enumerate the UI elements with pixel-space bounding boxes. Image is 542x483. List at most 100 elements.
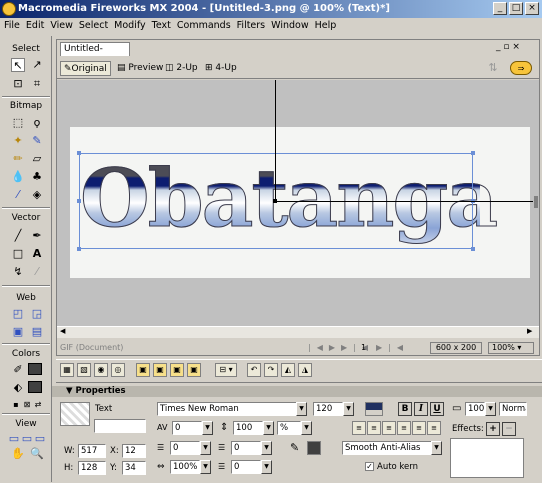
menu-edit[interactable]: Edit xyxy=(26,20,44,31)
slice-tool-icon[interactable]: ◲ xyxy=(30,307,44,321)
text-color-swatch[interactable] xyxy=(365,402,383,416)
stroke-color-property-swatch[interactable] xyxy=(307,441,321,455)
lasso-tool-icon[interactable]: ϙ xyxy=(30,116,44,130)
font-size-field[interactable]: 120 xyxy=(313,402,343,416)
brush-tool-icon[interactable]: ✎ xyxy=(30,134,44,148)
opacity-dropdown-icon[interactable]: ▼ xyxy=(485,402,496,416)
send-to-back-icon[interactable]: ▣ xyxy=(187,363,201,377)
add-effect-button[interactable]: + xyxy=(486,422,500,436)
font-size-dropdown-icon[interactable]: ▼ xyxy=(343,402,354,416)
full-screen-menu-icon[interactable]: ▭ xyxy=(20,432,34,446)
hotspot-tool-icon[interactable]: ◰ xyxy=(11,307,25,321)
full-screen-icon[interactable]: ▭ xyxy=(33,432,47,446)
rotate-cw-icon[interactable]: ↷ xyxy=(264,363,278,377)
menu-view[interactable]: View xyxy=(50,20,73,31)
justify-icon[interactable]: ≡ xyxy=(397,421,411,435)
selection-handle[interactable] xyxy=(471,247,475,251)
menu-help[interactable]: Help xyxy=(315,20,337,31)
menu-modify[interactable]: Modify xyxy=(114,20,145,31)
blur-tool-icon[interactable]: 💧 xyxy=(11,170,25,184)
eyedropper-tool-icon[interactable]: ⁄ xyxy=(11,188,25,202)
subselection-tool-icon[interactable]: ↗ xyxy=(30,58,44,72)
hide-slices-icon[interactable]: ▣ xyxy=(11,325,25,339)
font-family-dropdown-icon[interactable]: ▼ xyxy=(296,402,307,416)
leading-dropdown-icon[interactable]: ▼ xyxy=(263,421,274,435)
height-field[interactable]: 128 xyxy=(78,461,106,475)
align-left-icon[interactable]: ≡ xyxy=(352,421,366,435)
italic-button[interactable]: I xyxy=(414,402,428,416)
effects-list[interactable] xyxy=(450,438,524,478)
menu-commands[interactable]: Commands xyxy=(177,20,231,31)
selection-handle[interactable] xyxy=(77,247,81,251)
x-field[interactable]: 12 xyxy=(122,444,146,458)
text-tool-icon[interactable]: A xyxy=(30,247,44,261)
zoom-select[interactable]: 100% ▾ xyxy=(488,342,534,354)
space-after-field[interactable]: 0 xyxy=(231,460,261,474)
indent-dropdown-icon[interactable]: ▼ xyxy=(200,441,211,455)
vertical-text-icon[interactable]: ≡ xyxy=(427,421,441,435)
kerning-field[interactable]: 0 xyxy=(172,421,202,435)
flip-horizontal-icon[interactable]: ◭ xyxy=(281,363,295,377)
tab-preview[interactable]: ▤ Preview xyxy=(114,61,166,76)
standard-screen-icon[interactable]: ▭ xyxy=(7,432,21,446)
y-field[interactable]: 34 xyxy=(122,461,146,475)
magic-wand-tool-icon[interactable]: ✦ xyxy=(11,134,25,148)
align-dropdown-icon[interactable]: ⊟ ▾ xyxy=(215,363,237,377)
anti-alias-dropdown-icon[interactable]: ▼ xyxy=(431,441,442,455)
tab-original[interactable]: ✎Original xyxy=(60,61,111,76)
auto-kern-checkbox[interactable]: ✓ xyxy=(365,462,374,471)
tab-4-up[interactable]: ⊞ 4-Up xyxy=(202,61,240,76)
panel-collapse-handle[interactable] xyxy=(534,196,538,208)
eraser-tool-icon[interactable]: ▱ xyxy=(30,152,44,166)
leading-field[interactable]: 100 xyxy=(233,421,263,435)
menu-filters[interactable]: Filters xyxy=(237,20,265,31)
blend-mode-select[interactable]: Normal xyxy=(499,402,527,416)
show-slices-icon[interactable]: ▤ xyxy=(30,325,44,339)
font-family-select[interactable]: Times New Roman xyxy=(157,402,307,416)
leading-unit-select[interactable]: % xyxy=(277,421,301,435)
scroll-left-icon[interactable]: ◀ xyxy=(60,327,65,335)
menu-file[interactable]: File xyxy=(4,20,20,31)
menu-window[interactable]: Window xyxy=(271,20,308,31)
align-center-icon[interactable]: ≡ xyxy=(367,421,381,435)
opacity-field[interactable]: 100 xyxy=(465,402,485,416)
marquee-tool-icon[interactable]: ⬚ xyxy=(11,116,25,130)
scroll-right-icon[interactable]: ▶ xyxy=(527,327,532,335)
tab-2-up[interactable]: ◫ 2-Up xyxy=(162,61,201,76)
selection-handle[interactable] xyxy=(77,151,81,155)
properties-panel-header[interactable]: ▼ Properties xyxy=(52,386,542,397)
stroke-color-swatch[interactable] xyxy=(28,363,42,375)
underline-button[interactable]: U xyxy=(430,402,444,416)
paint-bucket-tool-icon[interactable]: ◈ xyxy=(30,188,44,202)
leading-unit-dropdown-icon[interactable]: ▼ xyxy=(301,421,312,435)
space-before-field[interactable]: 0 xyxy=(231,441,261,455)
maximize-button[interactable]: □ xyxy=(509,2,523,15)
pencil-tool-icon[interactable]: ✏ xyxy=(11,152,25,166)
horizontal-scale-field[interactable]: 100% xyxy=(170,460,200,474)
selection-handle[interactable] xyxy=(77,199,81,203)
horizontal-scale-dropdown-icon[interactable]: ▼ xyxy=(200,460,211,474)
swap-colors-icon[interactable]: ⇄ xyxy=(31,398,45,412)
join-icon[interactable]: ◉ xyxy=(94,363,108,377)
preview-options-icon[interactable]: ⇒ xyxy=(510,61,532,75)
fill-color-icon[interactable]: ⬖ xyxy=(11,381,25,395)
document-tab[interactable]: Untitled-3.png* xyxy=(60,42,130,67)
rotate-ccw-icon[interactable]: ↶ xyxy=(247,363,261,377)
width-field[interactable]: 517 xyxy=(78,444,106,458)
stretch-icon[interactable]: ≡ xyxy=(412,421,426,435)
menu-text[interactable]: Text xyxy=(152,20,171,31)
bold-button[interactable]: B xyxy=(398,402,412,416)
flip-vertical-icon[interactable]: ◮ xyxy=(298,363,312,377)
space-before-dropdown-icon[interactable]: ▼ xyxy=(261,441,272,455)
bring-forward-icon[interactable]: ▣ xyxy=(153,363,167,377)
rectangle-tool-icon[interactable]: □ xyxy=(11,247,25,261)
kerning-dropdown-icon[interactable]: ▼ xyxy=(202,421,213,435)
freeform-tool-icon[interactable]: ↯ xyxy=(11,265,25,279)
group-icon[interactable]: ▦ xyxy=(60,363,74,377)
horizontal-scrollbar[interactable] xyxy=(57,326,539,338)
hand-tool-icon[interactable]: ✋ xyxy=(11,447,25,461)
frame-nav-controls[interactable]: ▶|◀ xyxy=(376,343,409,352)
fireworks-app-icon[interactable] xyxy=(2,2,16,16)
quick-export-icon[interactable]: ⇅ xyxy=(486,61,500,75)
space-after-dropdown-icon[interactable]: ▼ xyxy=(261,460,272,474)
